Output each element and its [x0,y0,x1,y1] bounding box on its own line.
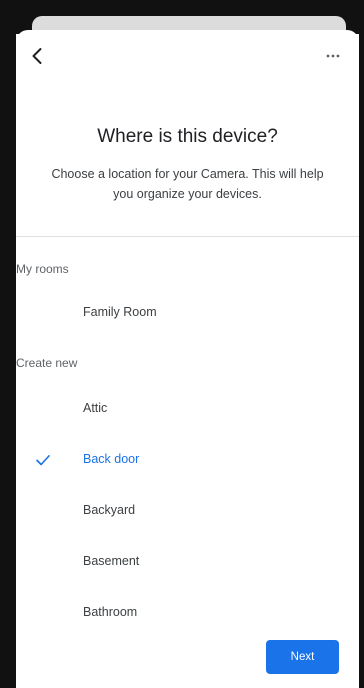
room-item-family-room[interactable]: Family Room [16,292,359,336]
room-item-bathroom[interactable]: Bathroom [16,592,359,636]
room-item-label: Bathroom [83,605,138,619]
page-title: Where is this device? [97,126,278,147]
section-label-create-new: Create new [16,356,78,370]
more-options-button[interactable] [321,44,345,68]
back-button[interactable] [26,44,50,68]
room-item-label: Backyard [83,503,136,517]
more-horizontal-icon [326,54,340,58]
section-label-my-rooms: My rooms [16,262,69,276]
room-item-backyard[interactable]: Backyard [16,490,359,534]
phone-bezel-left [0,0,16,688]
room-item-label: Family Room [83,305,157,319]
page-subtitle: Choose a location for your Camera. This … [51,167,324,201]
room-item-label: Back door [83,452,140,466]
next-button[interactable]: Next [266,640,339,674]
arrow-back-icon [32,48,42,64]
location-sheet: Where is this device? Choose a location … [16,30,359,688]
header-divider [16,236,359,237]
room-item-label: Attic [83,401,108,415]
checkmark-icon [36,455,50,466]
app-frame: Where is this device? Choose a location … [0,0,364,688]
room-item-basement[interactable]: Basement [16,541,359,585]
room-item-label: Basement [83,554,140,568]
phone-bezel-right [359,0,364,688]
room-item-back-door[interactable]: Back door [16,439,359,483]
room-item-attic[interactable]: Attic [16,388,359,432]
